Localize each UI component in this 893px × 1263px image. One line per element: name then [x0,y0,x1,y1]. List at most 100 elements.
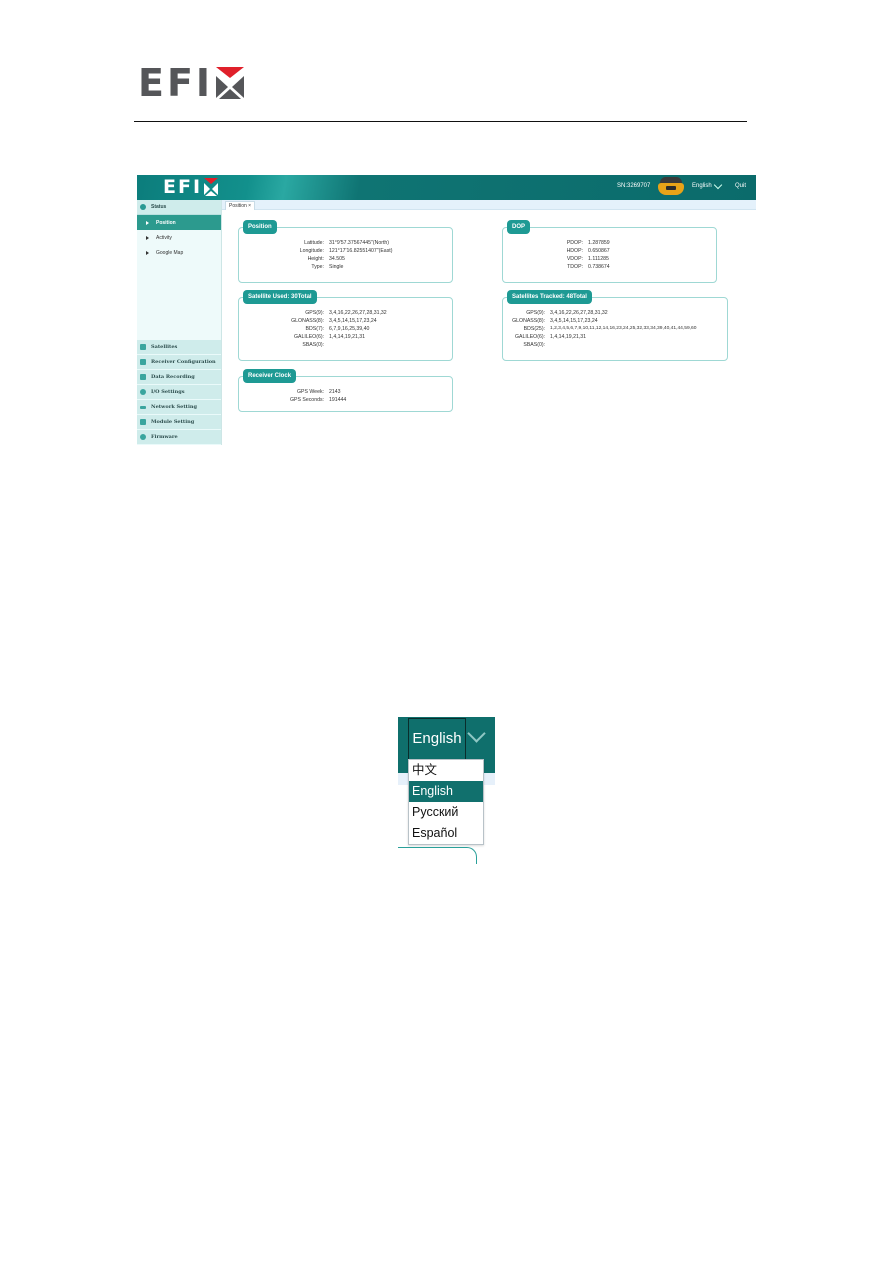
card-title: Satellites Tracked: 48Total [507,290,592,304]
row-value: 0.738674 [588,264,610,271]
row-value: 3,4,16,22,26,27,28,31,32 [329,310,387,316]
language-option-english[interactable]: English [409,781,483,802]
sidebar: Status Position Activity Google Map Sate… [137,200,222,445]
serial-number: SN:3269707 [617,183,651,189]
info-row: Longitude: 121°17'16.82551407"(East) [239,247,452,255]
row-label: GPS Week: [296,389,324,395]
sidebar-item-network-setting[interactable]: Network Setting [137,400,221,415]
row-label: PDOP: [566,240,583,246]
row-label: GPS Seconds: [289,397,324,404]
app-logo: EFI [163,177,219,197]
sidebar-item-receiver-configuration[interactable]: Receiver Configuration [137,355,221,370]
row-label: GPS(9): [305,310,324,316]
card-title: Position [243,220,277,234]
language-option-russian[interactable]: Русский [409,802,483,823]
info-row: GPS Week: 2143 [239,388,452,396]
sidebar-item-label: Firmware [151,434,178,440]
language-option-spanish[interactable]: Español [409,823,483,844]
bullet-arrow-icon [146,220,149,225]
row-label: GALILEO(6): [294,334,324,341]
sidebar-subitem-position[interactable]: Position [137,215,221,230]
info-row: Height: 34.505 [239,255,452,263]
info-row: GLONASS(8): 3,4,5,14,15,17,23,24 [503,317,727,325]
configuration-icon [140,359,146,365]
sidebar-item-label: Satellites [151,344,178,350]
row-value: 31°9'57.37567445"(North) [329,240,389,246]
sidebar-item-satellites[interactable]: Satellites [137,340,221,355]
sidebar-item-label: Status [151,204,167,210]
sidebar-item-data-recording[interactable]: Data Recording [137,370,221,385]
status-icon [140,204,146,210]
row-label: GLONASS(8): [291,318,324,325]
sidebar-subitem-activity[interactable]: Activity [137,230,221,245]
sidebar-item-label: Network Setting [151,404,197,410]
row-value: 121°17'16.82551407"(East) [329,248,393,255]
row-value: Single [329,264,344,271]
row-label: Height: [307,256,324,263]
header-divider [134,121,747,122]
row-label: Type: [311,264,324,271]
info-row: GLONASS(8): 3,4,5,14,15,17,23,24 [239,317,452,325]
x-logo-icon [203,178,219,196]
firmware-icon [140,434,146,440]
row-value: 34.505 [329,256,345,263]
row-value: 191444 [329,397,347,404]
sidebar-subitem-label: Activity [156,234,172,241]
quit-button[interactable]: Quit [735,183,746,189]
sidebar-item-firmware[interactable]: Firmware [137,430,221,445]
row-label: GPS(9): [526,310,545,316]
top-bar: EFI SN:3269707 English Quit [137,175,756,200]
language-options-menu: 中文 English Русский Español [408,759,484,845]
sidebar-item-label: Receiver Configuration [151,359,216,365]
data-recording-icon [140,374,146,380]
sidebar-subitem-google-map[interactable]: Google Map [137,245,221,260]
row-label: SBAS(0): [523,342,545,349]
language-selector[interactable]: English [692,180,722,189]
info-row: GPS(9): 3,4,16,22,26,27,28,31,32 [239,309,452,317]
sidebar-subitem-label: Position [156,219,176,226]
sidebar-item-module-setting[interactable]: Module Setting [137,415,221,430]
language-selector-label: English [692,183,712,189]
info-row: SBAS(0): [503,341,727,349]
brand-logo-text: EFI [138,61,214,105]
sidebar-item-label: I/O Settings [151,389,185,395]
card-title: Receiver Clock [243,369,297,383]
satellites-tracked-card: Satellites Tracked: 48Total GPS(9): 3,4,1… [502,290,728,361]
chevron-down-icon [713,180,722,189]
tab-position[interactable]: Position × [225,201,256,210]
row-value: 6,7,9,16,25,39,40 [329,326,370,333]
sidebar-item-label: Module Setting [151,419,195,425]
row-label: BDS(25): [523,326,545,333]
info-row: TDOP: 0.738674 [503,263,716,271]
sidebar-item-status[interactable]: Status [137,200,221,215]
info-row: HDOP: 0.650867 [503,247,716,255]
info-row: BDS(7): 6,7,9,16,25,39,40 [239,325,452,333]
satellite-icon [140,344,146,350]
row-value: 1,2,3,4,5,6,7,9,10,11,12,14,16,23,24,25,… [550,326,697,332]
info-row: PDOP: 1.287859 [503,239,716,247]
chevron-down-icon[interactable] [467,724,486,743]
info-row: GPS(9): 3,4,16,22,26,27,28,31,32 [503,309,727,317]
row-label: TDOP: [567,264,583,271]
row-value: 2143 [329,389,341,395]
row-label: SBAS(0): [302,342,324,349]
row-value: 1.111285 [588,256,609,263]
card-border-fragment [398,847,477,864]
row-value: 3,4,16,22,26,27,28,31,32 [550,310,608,316]
row-label: Latitude: [304,240,324,246]
gnss-receiver-icon [656,177,686,199]
row-label: Longitude: [299,248,324,255]
gear-icon [140,389,146,395]
tab-bar: Position × [222,200,756,210]
row-value: 1,4,14,19,21,31 [550,334,587,341]
sidebar-item-io-settings[interactable]: I/O Settings [137,385,221,400]
row-value: 3,4,5,14,15,17,23,24 [329,318,377,325]
row-value: 3,4,5,14,15,17,23,24 [550,318,598,325]
language-select-current[interactable]: English [408,718,466,760]
module-icon [140,419,146,425]
receiver-web-ui: EFI SN:3269707 English Quit Status Posit… [137,175,756,445]
row-value: 1,4,14,19,21,31 [329,334,366,341]
language-dropdown-detail: English 中文 English Русский Español [398,717,496,864]
info-row: GALILEO(6): 1,4,14,19,21,31 [239,333,452,341]
language-option-chinese[interactable]: 中文 [409,760,483,781]
